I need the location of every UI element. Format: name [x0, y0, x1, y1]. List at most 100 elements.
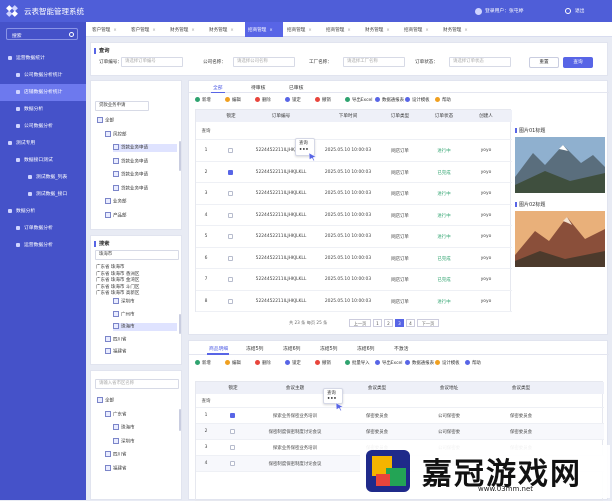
mountain-image-2[interactable] [515, 211, 605, 267]
mountain-image-1[interactable] [515, 137, 605, 193]
tree2-node-4[interactable]: 四川省 [105, 451, 177, 459]
gtool-item-8[interactable]: 帮助 [435, 97, 451, 103]
tab-6[interactable]: 招商管理 × [323, 22, 361, 37]
dtool-item-3[interactable]: 锁定 [285, 360, 301, 366]
tab-close-icon[interactable]: × [152, 27, 155, 32]
table-row[interactable]: 6 5224452211ILJHKJLKLL 2025.05.10 10:00:03… [196, 248, 512, 269]
dtool-item-5[interactable]: 批量导入 [345, 360, 370, 366]
sidebar-item-10[interactable]: 订单数据分析 [0, 220, 86, 237]
rtree-node-3[interactable]: 四川省 [105, 335, 177, 344]
reset-button[interactable]: 重置 [529, 57, 559, 68]
detail-tab-3[interactable]: 冻结5列 [320, 345, 337, 352]
detail-tab-4[interactable]: 冻结6列 [357, 345, 374, 352]
tree1-node-7[interactable]: 产品部 [105, 211, 177, 220]
tree2-node-1[interactable]: 广东省 [105, 410, 177, 419]
tab-8[interactable]: 招商管理 × [401, 22, 439, 37]
tree2-node-3[interactable]: 深圳市 [113, 437, 177, 446]
region-result-4[interactable]: 广东省 珠海市 高新区 [96, 290, 139, 298]
gtool-item-1[interactable]: 编辑 [225, 97, 241, 103]
detail-query-row[interactable]: 查询 [196, 394, 604, 408]
rtree-node-0[interactable]: 深圳市 [113, 298, 177, 306]
table-row[interactable]: 1 5224452211ILJHKJLKLL 2025.05.10 10:00:03… [196, 140, 512, 162]
grid-tab-2[interactable]: 已审核 [289, 84, 303, 91]
dtool-item-2[interactable]: 删除 [255, 360, 271, 366]
detail-row[interactable]: 2 保密制度保密制度讨论会议 保密委员会 公司保密委 保密委员会 [196, 424, 604, 440]
pagination-0[interactable]: 上一页 [349, 319, 371, 327]
tree1-node-3[interactable]: 贷款业务申请 [113, 157, 177, 166]
dtool-item-6[interactable]: 导出Excel [375, 360, 402, 366]
sidebar-item-11[interactable]: 运营数据分析 [0, 237, 86, 254]
province-filter-input[interactable]: 请输入省市区名称 [95, 379, 179, 389]
grid-tab-1[interactable]: 待审核 [251, 84, 265, 91]
tab-close-icon[interactable]: × [113, 27, 116, 32]
tab-0[interactable]: 客户管理 × [89, 22, 127, 37]
image-card-2[interactable]: 图片02标题 [515, 199, 605, 269]
detail-tab-0[interactable]: 商品明细 [209, 345, 228, 352]
sidebar-item-3[interactable]: 数据分析 [0, 101, 86, 118]
dtool-item-7[interactable]: 数据通报表 [405, 360, 434, 366]
detail-tab-5[interactable]: 不激活 [394, 345, 408, 352]
detail-row-checkbox[interactable] [230, 413, 235, 418]
tree1-node-0[interactable]: 全部 [97, 117, 177, 125]
sidebar-item-9[interactable]: 数据分析 [0, 203, 86, 220]
dtool-item-1[interactable]: 编辑 [225, 360, 241, 366]
table-row[interactable]: 5 5224452211ILJHKJLKLL 2025.05.10 10:00:03… [196, 226, 512, 248]
pagination-1[interactable]: 1 [373, 319, 382, 327]
sidebar-item-7[interactable]: 测试数据_列表 [0, 169, 86, 186]
search-button[interactable]: 查询 [563, 57, 593, 68]
tree2-node-0[interactable]: 全部 [97, 397, 177, 405]
sidebar-item-6[interactable]: 数据接口测试 [0, 152, 86, 169]
gtool-item-7[interactable]: 设计模板 [405, 97, 430, 103]
detail-row-checkbox[interactable] [230, 445, 235, 450]
rtree-node-4[interactable]: 福建省 [105, 348, 177, 356]
tree1-node-6[interactable]: 业务部 [105, 198, 177, 206]
tab-4[interactable]: 招商管理 × [245, 22, 283, 37]
tab-3[interactable]: 财务管理 × [206, 22, 244, 37]
pagination-4[interactable]: 4 [406, 319, 415, 327]
search-icon[interactable] [69, 31, 74, 37]
table-row[interactable]: 4 5224452211ILJHKJLKLL 2025.05.10 10:00:03… [196, 205, 512, 226]
detail-tab-2[interactable]: 冻结6列 [283, 345, 300, 352]
sidebar-search[interactable]: 搜索 [6, 28, 78, 40]
region-scrollbar[interactable] [179, 314, 181, 334]
table-row[interactable]: 2 5224452211ILJHKJLKLL 2025.05.10 10:00:03… [196, 162, 512, 183]
dtool-item-8[interactable]: 设计模板 [435, 360, 460, 366]
tab-close-icon[interactable]: × [308, 27, 311, 32]
sidebar-item-4[interactable]: 公司数据分析 [0, 118, 86, 135]
gtool-item-0[interactable]: 新增 [195, 97, 211, 103]
gtool-item-2[interactable]: 删除 [255, 97, 271, 103]
detail-row[interactable]: 1 探索业务保密业务培训 保密委员会 公司保密委 保密委员会 [196, 408, 604, 424]
tab-7[interactable]: 财务管理 × [362, 22, 400, 37]
row-checkbox[interactable] [228, 212, 233, 218]
query-field-input-2[interactable]: 请选择工厂名称 [343, 57, 405, 67]
gtool-item-6[interactable]: 数据通报表 [375, 97, 404, 103]
grid-tab-0[interactable]: 全部 [213, 84, 223, 91]
tab-close-icon[interactable]: × [464, 27, 467, 32]
tab-close-icon[interactable]: × [191, 27, 194, 32]
tab-close-icon[interactable]: × [386, 27, 389, 32]
row-checkbox[interactable] [228, 191, 233, 196]
row-checkbox[interactable] [228, 169, 233, 175]
rtree-node-1[interactable]: 广州市 [113, 310, 177, 319]
region-search-input[interactable]: 珠海市 [95, 250, 179, 260]
table-row[interactable]: 8 5224452211ILJHKJLKLL 2025.05.10 10:00:03… [196, 291, 512, 312]
sidebar-item-8[interactable]: 测试数据_接口 [0, 186, 86, 203]
province-scrollbar[interactable] [179, 409, 181, 431]
tree2-node-2[interactable]: 珠海市 [113, 424, 177, 432]
tree-scrollbar[interactable] [179, 141, 181, 171]
detail-row-checkbox[interactable] [230, 461, 235, 466]
tree1-node-2[interactable]: 贷款业务申请 [113, 144, 177, 152]
query-field-input-0[interactable]: 请选择订单编号 [121, 57, 183, 67]
sidebar-item-0[interactable]: 运营数据统计 [0, 50, 86, 67]
dtool-item-0[interactable]: 新增 [195, 360, 211, 366]
row-checkbox[interactable] [228, 298, 233, 304]
tree1-node-5[interactable]: 贷款业务申请 [113, 184, 177, 193]
table-row[interactable]: 3 5224452211ILJHKJLKLL 2025.05.10 10:00:03… [196, 183, 512, 205]
pagination-2[interactable]: 2 [384, 319, 393, 327]
tab-1[interactable]: 客户管理 × [128, 22, 166, 37]
row-checkbox[interactable] [228, 277, 233, 282]
tab-2[interactable]: 财务管理 × [167, 22, 205, 37]
tree1-node-1[interactable]: 风控部 [105, 130, 177, 139]
tree1-node-4[interactable]: 贷款业务申请 [113, 171, 177, 179]
sidebar-item-5[interactable]: 测试专用 [0, 135, 86, 152]
